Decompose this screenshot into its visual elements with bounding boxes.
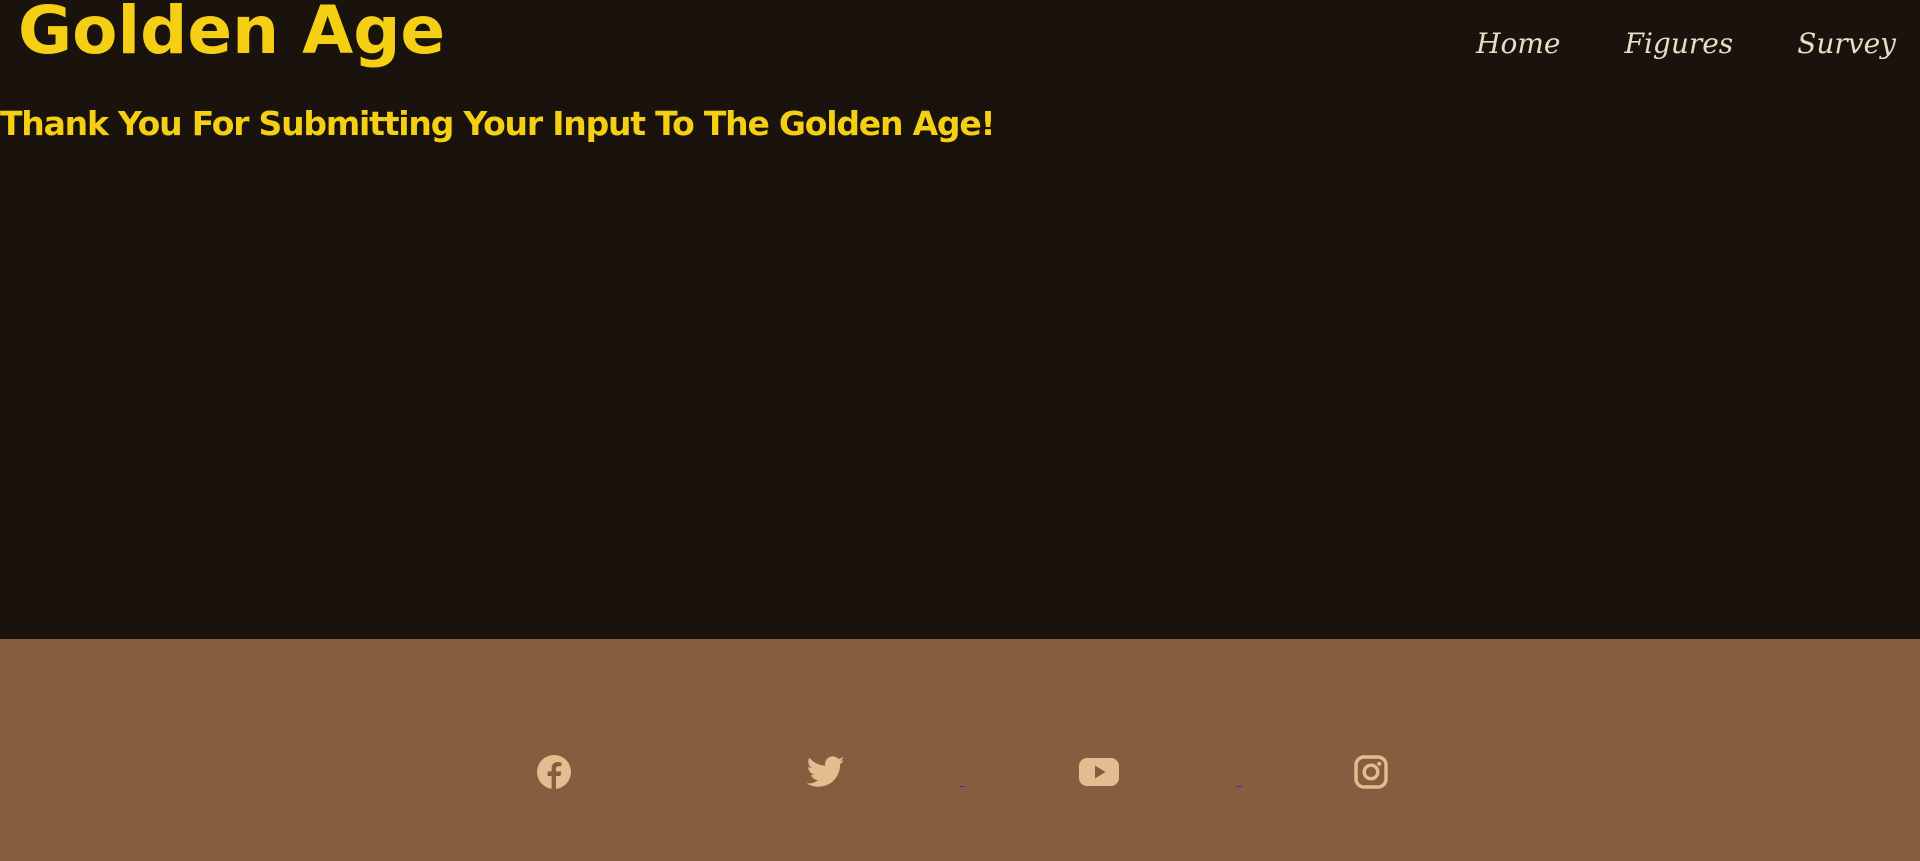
nav-figures-link[interactable]: Figures — [1625, 24, 1734, 64]
site-logo-title[interactable]: Golden Age — [18, 0, 445, 72]
nav-home-link[interactable]: Home — [1476, 24, 1560, 64]
facebook-icon[interactable] — [534, 752, 574, 792]
instagram-icon[interactable] — [1351, 752, 1391, 792]
confirmation-message: Thank You For Submitting Your Input To T… — [0, 104, 996, 143]
twitter-icon[interactable] — [806, 752, 846, 792]
youtube-icon[interactable] — [1079, 752, 1119, 792]
link-underline-fragment — [1236, 786, 1242, 787]
site-header: Golden Age Home Figures Survey — [0, 0, 1920, 100]
link-underline-fragment — [959, 786, 965, 787]
site-footer — [0, 639, 1920, 861]
main-nav: Home Figures Survey — [1476, 24, 1896, 64]
nav-survey-link[interactable]: Survey — [1797, 24, 1896, 64]
